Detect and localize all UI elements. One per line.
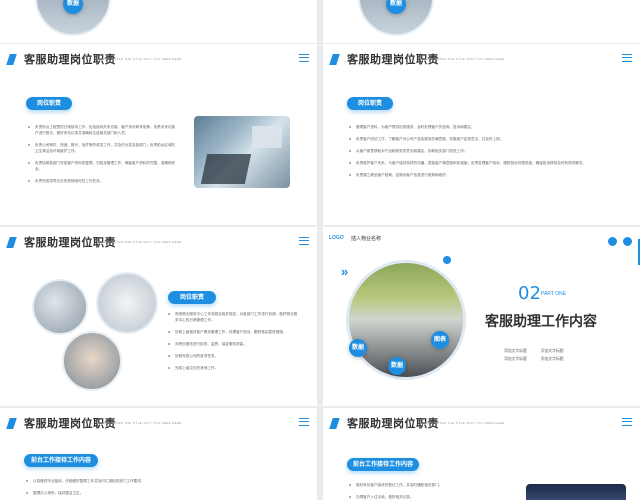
- list-item: 负责客户回访工作，了解客户对公司产品及服务的满意度，收集客户反馈意见，并及时上报…: [349, 136, 619, 142]
- list-item: 整理办公场所，保持整洁卫生。: [26, 490, 306, 496]
- handshake-photo: [32, 279, 88, 335]
- list-item: 负责建立健全客户档案，定期对客户信息进行更新和维护。: [349, 172, 619, 178]
- list-item: 熟悉物业服务中心工作流程及相关规定，对各部门工作进行协调，做好物业服务中心的日常…: [168, 311, 298, 323]
- slide-subtitle: PLEASE ENTER THE TITLE TEXT YOU NEED HER…: [97, 57, 182, 61]
- team-hands-photo: [62, 331, 122, 391]
- bullet-list: 管理客户资料，为客户提供优质服务，及时处理客户的咨询、投诉和建议。 负责客户回访…: [349, 124, 619, 184]
- decorative-dot: [443, 256, 451, 264]
- section-heading: 客服助理工作内容: [485, 314, 597, 330]
- menu-icon[interactable]: [622, 54, 632, 62]
- bullet-list: 认真做好毕业接待，仔细做好整理工作并及时汇报相关部门工作要求。 整理办公场所，保…: [26, 478, 306, 500]
- heading-items: 添加文字标题 添加文字标题 添加文字标题 添加文字标题: [504, 347, 604, 363]
- handshake-photo: [96, 272, 158, 334]
- list-item: 完成上级交办的其他工作。: [168, 365, 298, 371]
- brand-mark-icon: [329, 54, 340, 65]
- slide-header: 客服助理岗位职责 PLEASE ENTER THE TITLE TEXT YOU…: [0, 44, 317, 70]
- section-number: 02: [518, 283, 541, 304]
- slide-subtitle: PLEASE ENTER THE TITLE TEXT YOU NEED HER…: [420, 57, 505, 61]
- slide-header: 客服助理岗位职责 PLEASE ENTER THE TITLE TEXT YOU…: [0, 408, 317, 434]
- slide-header: 客服助理岗位职责 PLEASE ENTER THE TITLE TEXT YOU…: [0, 227, 317, 253]
- list-item: 添加文字标题: [504, 357, 527, 361]
- list-item: 负责维护客户关系，与客户保持良好的沟通，提高客户满意度和忠诚度；负责处理客户投诉…: [349, 160, 619, 166]
- slide-header: 客服助理岗位职责 PLEASE ENTER THE TITLE TEXT YOU…: [323, 408, 640, 434]
- menu-icon[interactable]: [622, 418, 632, 426]
- list-item: 协助完成公司的各项任务。: [168, 353, 298, 359]
- data-badge: 数据: [349, 339, 367, 357]
- list-item: 负责公司邮件、快递、报刊、信件等的收发工作，并及时分发至各部门；负责前台区域的卫…: [28, 142, 178, 154]
- office-photo: [194, 116, 290, 188]
- chevron-right-icon: »: [341, 264, 349, 279]
- menu-icon[interactable]: [299, 54, 309, 62]
- slide-responsibilities-3[interactable]: 客服助理岗位职责 PLEASE ENTER THE TITLE TEXT YOU…: [0, 227, 317, 406]
- menu-icon[interactable]: [299, 418, 309, 426]
- list-item: 管理客户资料，为客户提供优质服务，及时处理客户的咨询、投诉和建议。: [349, 124, 619, 130]
- data-badge: 数据: [388, 357, 406, 375]
- list-item: 负责协助各部门完成客户资料的整理、归档及管理工作，确保客户资料的完整、准确和安全…: [28, 160, 178, 172]
- conference-photo: [526, 484, 626, 500]
- brand-mark-icon: [6, 54, 17, 65]
- section-pill: 前台工作接待工作内容: [24, 454, 98, 467]
- circle-icon[interactable]: [623, 237, 632, 246]
- menu-icon[interactable]: [299, 237, 309, 245]
- logo-text: LOGO: [329, 235, 344, 241]
- bullet-list: 负责前台工程里的日常接待工作，包括接待外来访客、客户来访和来电等，负责对来访客户…: [28, 124, 178, 190]
- brand-mark-icon: [329, 418, 340, 429]
- list-item: 负责前台工程里的日常接待工作，包括接待外来访客、客户来访和来电等，负责对来访客户…: [28, 124, 178, 136]
- laptop-shape: [200, 154, 252, 184]
- slide-section-title[interactable]: LOGO 插入物业名称 » 数据 图表 数据 02 PART ONE 客服助理工…: [323, 227, 640, 406]
- section-pill: 岗位职责: [168, 291, 216, 304]
- bullet-list: 做好来访客户接待的登记工作，并及时通知相关部门。 办理客户入住手续，做好相关记录…: [349, 482, 519, 500]
- slide-subtitle: PLEASE ENTER THE TITLE TEXT YOU NEED HER…: [97, 421, 182, 425]
- list-item: 从客户那里获取对产品和服务的意见和建议，协助相关部门改进工作。: [349, 148, 619, 154]
- team-photo-circle: [346, 260, 466, 380]
- list-item: 做好来访客户接待的登记工作，并及时通知相关部门。: [349, 482, 519, 488]
- slide-responsibilities-1[interactable]: 客服助理岗位职责 PLEASE ENTER THE TITLE TEXT YOU…: [0, 44, 317, 225]
- slide-top-right[interactable]: 数据: [323, 0, 640, 43]
- list-item: 添加文字标题: [504, 349, 527, 353]
- brand-mark-icon: [6, 418, 17, 429]
- company-name: 插入物业名称: [351, 236, 382, 242]
- bullet-list: 熟悉物业服务中心工作流程及相关规定，对各部门工作进行协调，做好物业服务中心的日常…: [168, 311, 298, 377]
- list-item: 添加文字标题: [540, 357, 564, 361]
- section-pill: 岗位职责: [26, 97, 72, 110]
- slide-subtitle: PLEASE ENTER THE TITLE TEXT YOU NEED HER…: [420, 421, 505, 425]
- slide-subtitle: PLEASE ENTER THE TITLE TEXT YOU NEED HER…: [97, 240, 182, 244]
- list-item: 添加文字标题: [540, 349, 564, 353]
- slide-header: 客服助理岗位职责 PLEASE ENTER THE TITLE TEXT YOU…: [323, 44, 640, 70]
- section-pill: 岗位职责: [347, 97, 393, 110]
- list-item: 认真做好毕业接待，仔细做好整理工作并及时汇报相关部门工作要求。: [26, 478, 306, 484]
- slide-top-left[interactable]: 数据: [0, 0, 317, 43]
- slide-reception-1[interactable]: 客服助理岗位职责 PLEASE ENTER THE TITLE TEXT YOU…: [0, 408, 317, 500]
- slide-reception-2[interactable]: 客服助理岗位职责 PLEASE ENTER THE TITLE TEXT YOU…: [323, 408, 640, 500]
- top-icons: [607, 233, 632, 251]
- list-item: 协助上级做好客户服务管理工作，处理客户投诉，跟踪落实整改措施。: [168, 329, 298, 335]
- list-item: 负责完成领导交办的其他临时性工作任务。: [28, 178, 178, 184]
- brand-mark-icon: [6, 237, 17, 248]
- slide-responsibilities-2[interactable]: 客服助理岗位职责 PLEASE ENTER THE TITLE TEXT YOU…: [323, 44, 640, 225]
- list-item: 办理客户入住手续，做好相关记录。: [349, 494, 519, 500]
- list-item: 对物业服务进行检查、监督，保证服务质量。: [168, 341, 298, 347]
- chart-badge: 图表: [431, 331, 449, 349]
- section-part: PART ONE: [541, 291, 567, 297]
- circle-icon[interactable]: [607, 237, 617, 246]
- laptop-shape: [252, 126, 282, 148]
- section-pill: 前台工作接待工作内容: [347, 458, 419, 471]
